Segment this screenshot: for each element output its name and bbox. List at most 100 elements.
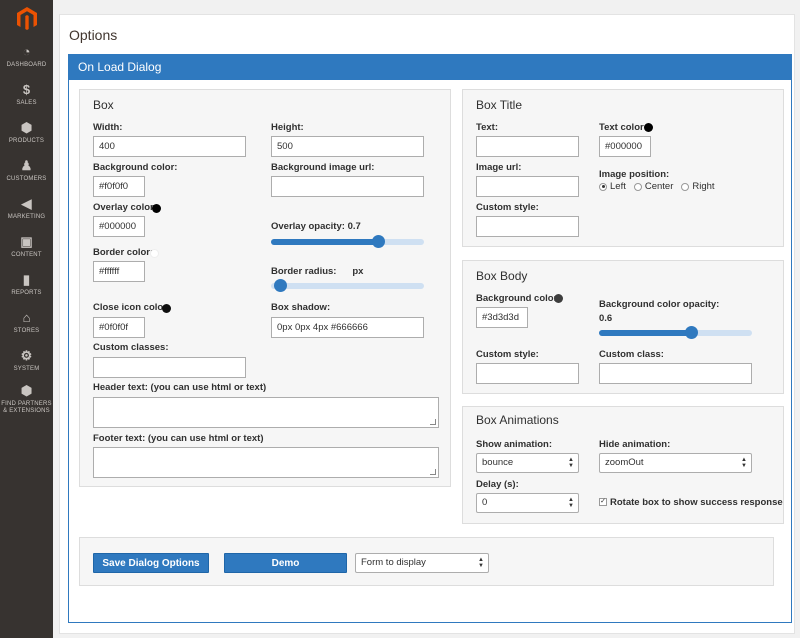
body-bg-opacity-value: 0.6 <box>599 313 613 324</box>
sidebar-item-products[interactable]: ⬢ PRODUCTS <box>0 114 53 152</box>
close-icon-color-swatch[interactable] <box>162 304 171 313</box>
sidebar-item-find-partners[interactable]: ⬢ FIND PARTNERS & EXTENSIONS <box>0 380 53 418</box>
header-text-textarea[interactable] <box>93 397 439 428</box>
box-title-section-title: Box Title <box>476 98 523 112</box>
background-image-label: Background image url: <box>271 162 375 173</box>
overlay-opacity-slider[interactable] <box>271 235 424 248</box>
border-radius-slider[interactable] <box>271 279 424 292</box>
layout-icon: ▣ <box>20 234 33 249</box>
background-image-input[interactable] <box>271 176 424 197</box>
box-shadow-input[interactable]: 0px 0px 4px #666666 <box>271 317 424 338</box>
sidebar-item-sales[interactable]: $ SALES <box>0 76 53 114</box>
sidebar-item-label: FIND PARTNERS <box>1 400 52 407</box>
header-text-label: Header text: (you can use html or text) <box>93 382 267 393</box>
box-icon: ⬢ <box>20 120 33 135</box>
delay-stepper[interactable]: 0 ▲ ▼ <box>476 493 579 513</box>
save-dialog-options-button[interactable]: Save Dialog Options <box>93 553 209 573</box>
body-custom-class-label: Custom class: <box>599 349 664 360</box>
box-section-title: Box <box>93 98 114 112</box>
footer-text-textarea[interactable] <box>93 447 439 478</box>
sidebar-item-label: MARKETING <box>7 214 46 220</box>
body-bg-opacity-fill <box>599 330 691 336</box>
magento-logo[interactable] <box>0 0 53 38</box>
on-load-dialog-panel: On Load Dialog Box Width: 400 Height: 50… <box>68 54 792 623</box>
person-icon: ♟ <box>20 158 33 173</box>
select-arrows-icon: ▲ ▼ <box>568 457 574 469</box>
overlay-color-label: Overlay color: <box>93 202 157 213</box>
sidebar-item-label: CUSTOMERS <box>6 176 47 182</box>
border-radius-unit: px <box>352 266 364 277</box>
admin-sidebar: ◔ DASHBOARD $ SALES ⬢ PRODUCTS ♟ CUSTOMERS ◀ MARK… <box>0 0 53 638</box>
radio-center-dot[interactable] <box>633 182 642 191</box>
hide-animation-select[interactable]: zoomOut ▲ ▼ <box>599 453 752 473</box>
body-bg-color-swatch[interactable] <box>554 294 563 303</box>
sidebar-item-system[interactable]: ⚙ SYSTEM <box>0 342 53 380</box>
sidebar-item-stores[interactable]: ⌂ STORES <box>0 304 53 342</box>
overlay-opacity-handle[interactable] <box>372 235 385 248</box>
hide-animation-label: Hide animation: <box>599 439 671 450</box>
sidebar-item-dashboard[interactable]: ◔ DASHBOARD <box>0 38 53 76</box>
title-custom-style-input[interactable] <box>476 216 579 237</box>
overlay-color-swatch[interactable] <box>152 204 161 213</box>
select-arrows-icon: ▲ ▼ <box>741 457 747 469</box>
sidebar-item-label: DASHBOARD <box>6 62 47 68</box>
sidebar-item-marketing[interactable]: ◀ MARKETING <box>0 190 53 228</box>
title-text-input[interactable] <box>476 136 579 157</box>
body-bg-color-label: Background color: <box>476 293 561 304</box>
width-input[interactable]: 400 <box>93 136 246 157</box>
image-position-radio-group: Left Center Right <box>599 181 715 192</box>
sidebar-item-customers[interactable]: ♟ CUSTOMERS <box>0 152 53 190</box>
form-to-display-select[interactable]: Form to display ▲ ▼ <box>355 553 489 573</box>
border-color-input[interactable]: #ffffff <box>93 261 145 282</box>
sidebar-item-label: SALES <box>16 100 37 106</box>
demo-button[interactable]: Demo <box>224 553 347 573</box>
form-to-display-value: Form to display <box>361 557 426 568</box>
position-center-label: Center <box>644 181 674 192</box>
sidebar-item-reports[interactable]: ▮ REPORTS <box>0 266 53 304</box>
close-icon-color-input[interactable]: #0f0f0f <box>93 317 145 338</box>
body-custom-style-input[interactable] <box>476 363 579 384</box>
title-text-color-input[interactable]: #000000 <box>599 136 651 157</box>
overlay-opacity-label-text: Overlay opacity: <box>271 221 345 232</box>
image-url-input[interactable] <box>476 176 579 197</box>
page-title: Options <box>69 27 118 43</box>
stepper-arrows-icon: ▲ ▼ <box>568 497 574 509</box>
title-custom-style-label: Custom style: <box>476 202 539 213</box>
background-color-input[interactable]: #f0f0f0 <box>93 176 145 197</box>
box-body-section-title: Box Body <box>476 269 528 283</box>
bar-chart-icon: ▮ <box>22 272 31 287</box>
image-url-label: Image url: <box>476 162 522 173</box>
body-bg-color-input[interactable]: #3d3d3d <box>476 307 528 328</box>
show-animation-label: Show animation: <box>476 439 552 450</box>
show-animation-value: bounce <box>482 457 514 468</box>
body-bg-opacity-handle[interactable] <box>685 326 698 339</box>
position-right-radio[interactable]: Right <box>681 181 715 192</box>
title-text-color-label: Text color: <box>599 122 647 133</box>
box-animations-section: Box Animations Show animation: bounce ▲ ▼ … <box>462 406 784 524</box>
overlay-color-input[interactable]: #000000 <box>93 216 145 237</box>
radio-right-dot[interactable] <box>681 182 690 191</box>
box-animations-section-title: Box Animations <box>476 413 559 427</box>
width-label: Width: <box>93 122 123 133</box>
border-color-swatch[interactable] <box>150 249 159 258</box>
radio-left-dot[interactable] <box>599 182 607 191</box>
megaphone-icon: ◀ <box>21 196 32 211</box>
height-input[interactable]: 500 <box>271 136 424 157</box>
page-content: Options On Load Dialog Box Width: 400 He… <box>59 14 795 634</box>
box-body-section: Box Body Background color: #3d3d3d Backg… <box>462 260 784 394</box>
sidebar-item-content[interactable]: ▣ CONTENT <box>0 228 53 266</box>
custom-classes-input[interactable] <box>93 357 246 378</box>
title-text-color-swatch[interactable] <box>644 123 653 132</box>
body-custom-class-input[interactable] <box>599 363 752 384</box>
position-left-radio[interactable]: Left <box>599 181 626 192</box>
delay-value: 0 <box>482 497 488 508</box>
close-icon-color-label: Close icon color: <box>93 302 171 313</box>
body-bg-opacity-slider[interactable] <box>599 326 752 339</box>
panel-header[interactable]: On Load Dialog <box>69 55 791 80</box>
position-center-radio[interactable]: Center <box>633 181 674 192</box>
border-radius-handle[interactable] <box>274 279 287 292</box>
show-animation-select[interactable]: bounce ▲ ▼ <box>476 453 579 473</box>
dashboard-icon: ◔ <box>22 44 31 59</box>
rotate-box-checkbox[interactable]: ✓ <box>599 498 607 506</box>
body-bg-opacity-label: Background color opacity: <box>599 299 720 310</box>
